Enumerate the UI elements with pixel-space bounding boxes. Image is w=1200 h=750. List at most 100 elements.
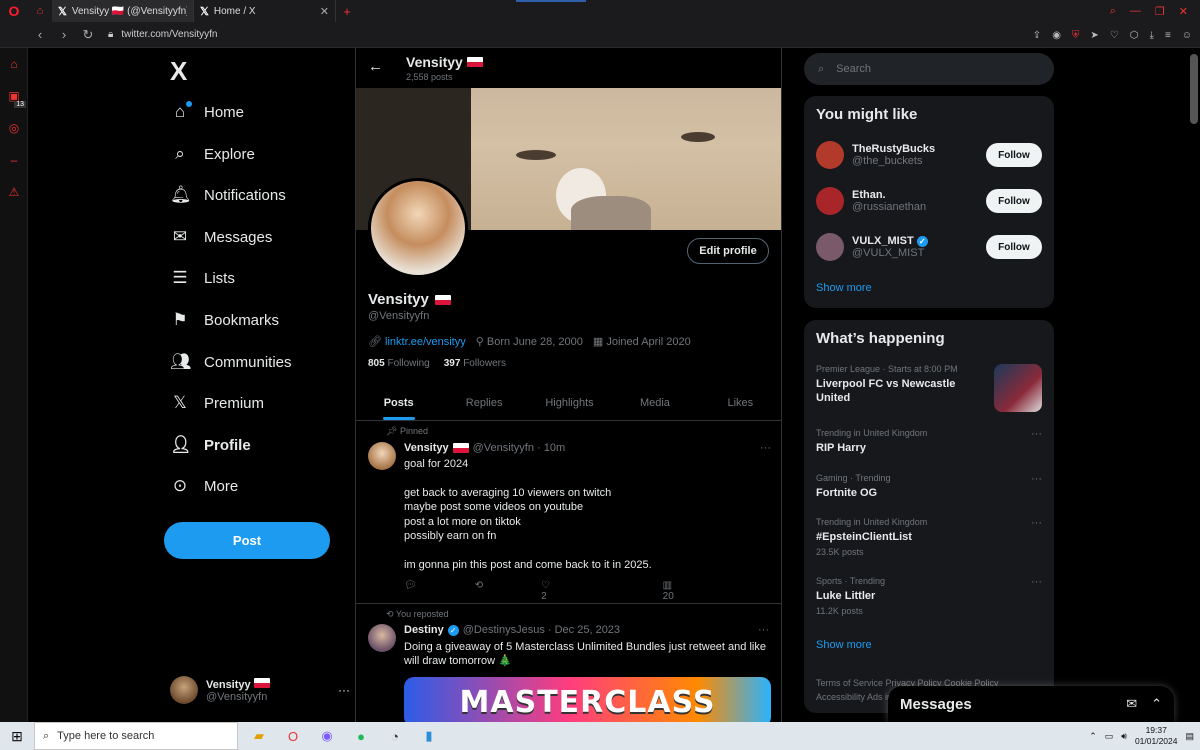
nav-more[interactable]: ⊙ More <box>170 472 238 500</box>
tweet-more-icon[interactable]: ··· <box>760 442 771 454</box>
retweet-icon[interactable]: ⟲ <box>475 580 483 602</box>
send-icon[interactable]: ➤ <box>1090 30 1098 41</box>
followers-link[interactable]: 397 Followers <box>444 358 506 369</box>
notification-center-icon[interactable]: ▤ <box>1185 731 1194 742</box>
trend-more-icon[interactable]: ··· <box>1031 517 1042 529</box>
taskbar-search-input[interactable]: ⌕ Type here to search <box>34 722 238 750</box>
scrollbar-thumb[interactable] <box>1190 54 1198 124</box>
share-icon[interactable]: ⇪ <box>1033 30 1041 41</box>
suggestion-item[interactable]: VULX_MIST ✓ @VULX_MIST Follow <box>816 230 1042 264</box>
app-f-icon[interactable]: ▮ <box>412 722 446 750</box>
heart-icon[interactable]: ♡ <box>1110 30 1119 41</box>
suggestion-item[interactable]: TheRustyBucks @the_buckets Follow <box>816 138 1042 172</box>
menu-icon[interactable]: ≡ <box>1165 30 1171 41</box>
follow-button[interactable]: Follow <box>986 143 1042 167</box>
nav-profile[interactable]: 👤︎ Profile <box>170 431 251 459</box>
clock-app-icon[interactable]: ◔ <box>378 722 412 750</box>
show-more-link[interactable]: Show more <box>816 282 872 294</box>
tray-chevron-icon[interactable]: ⌃ <box>1089 731 1097 742</box>
opera-gx-icon[interactable]: O <box>276 722 310 750</box>
x-logo-icon[interactable]: X <box>170 56 187 87</box>
nav-bookmarks[interactable]: ⚑ Bookmarks <box>170 306 279 334</box>
messages-drawer[interactable]: Messages ✉ ⌃ <box>888 686 1174 722</box>
file-explorer-icon[interactable]: ▰ <box>242 722 276 750</box>
trend-item[interactable]: Gaming · Trending Fortnite OG ··· <box>816 473 1042 500</box>
tweet-author[interactable]: Destiny <box>404 624 444 636</box>
tab-highlights[interactable]: Highlights <box>527 385 612 420</box>
follow-button[interactable]: Follow <box>986 189 1042 213</box>
profile-link[interactable]: linktr.ee/vensityy <box>385 336 466 348</box>
gx-tab-icon[interactable]: ⌂ <box>28 0 52 22</box>
page-scrollbar[interactable] <box>1190 52 1198 720</box>
windows-start-icon[interactable]: ⊞ <box>0 722 34 750</box>
download-icon[interactable]: ⤓ <box>1150 30 1154 41</box>
discord-icon[interactable]: ◉ <box>310 722 344 750</box>
nav-explore[interactable]: ⌕ Explore <box>170 140 255 168</box>
trend-item[interactable]: Trending in United Kingdom #EpsteinClien… <box>816 517 1042 557</box>
url-field[interactable]: 🔒︎ twitter.com/Vensityyfn <box>108 29 217 40</box>
nav-home[interactable]: ⌂ Home <box>170 98 244 126</box>
tab-posts[interactable]: Posts <box>356 385 441 420</box>
trend-more-icon[interactable]: ··· <box>1031 576 1042 588</box>
gx-icon[interactable]: ⚠ <box>0 176 28 208</box>
bag-icon[interactable]: ⌂ <box>0 48 28 80</box>
nav-premium[interactable]: 𝕏 Premium <box>170 389 264 417</box>
close-window-icon[interactable]: ✕ <box>1179 5 1188 18</box>
avatar[interactable] <box>368 442 396 470</box>
reply-icon[interactable]: 💬︎ <box>404 580 417 602</box>
restore-icon[interactable]: ❐ <box>1155 5 1165 18</box>
shield-icon[interactable]: ⛨ <box>1072 30 1080 41</box>
network-icon[interactable]: ▭ <box>1105 731 1114 742</box>
volume-icon[interactable]: 🔊︎ <box>1121 731 1127 742</box>
views-button[interactable]: ▥ 20 <box>663 580 732 602</box>
trend-more-icon[interactable]: ··· <box>1031 428 1042 440</box>
tab-replies[interactable]: Replies <box>441 385 526 420</box>
reload-icon[interactable]: ↻ <box>76 27 100 43</box>
nav-messages[interactable]: ✉ Messages <box>170 223 273 251</box>
back-arrow-icon[interactable]: ← <box>368 58 383 75</box>
opera-logo-icon[interactable]: O <box>0 0 28 22</box>
suggestion-item[interactable]: Ethan. @russianethan Follow <box>816 184 1042 218</box>
tweet-pinned[interactable]: 📌︎ Pinned Vensityy @Vensityyfn · 10m ···… <box>356 422 781 604</box>
spotify-icon[interactable]: ● <box>344 722 378 750</box>
new-tab-button[interactable]: + <box>336 4 358 19</box>
profile-icon[interactable]: ☺ <box>1182 30 1192 41</box>
avatar[interactable] <box>368 624 396 652</box>
tab-likes[interactable]: Likes <box>698 385 781 420</box>
close-tab-icon[interactable]: ✕ <box>320 5 329 18</box>
nav-communities[interactable]: 👥︎ Communities <box>170 348 292 376</box>
following-link[interactable]: 805 Following <box>368 358 430 369</box>
search-tabs-icon[interactable]: ⌕ <box>1110 5 1116 18</box>
forward-nav-icon[interactable]: › <box>52 27 76 42</box>
show-more-link[interactable]: Show more <box>816 639 872 651</box>
camera-icon[interactable]: ◉ <box>1052 30 1061 41</box>
trend-item[interactable]: Premier League · Starts at 8:00 PM Liver… <box>816 364 1042 412</box>
expand-icon[interactable]: ⌃ <box>1151 696 1162 712</box>
trend-item[interactable]: Sports · Trending Luke Littler 11.2K pos… <box>816 576 1042 616</box>
instagram-icon[interactable]: ◎ <box>0 112 28 144</box>
account-more-icon[interactable]: ··· <box>338 683 350 697</box>
tab-media[interactable]: Media <box>612 385 697 420</box>
back-nav-icon[interactable]: ‹ <box>28 27 52 42</box>
post-button[interactable]: Post <box>164 522 330 559</box>
edit-profile-button[interactable]: Edit profile <box>687 238 769 264</box>
tweet-image[interactable]: MASTERCLASS <box>404 677 771 722</box>
like-button[interactable]: ♡ 2 <box>541 580 605 602</box>
new-message-icon[interactable]: ✉ <box>1126 696 1137 712</box>
nav-notifications[interactable]: 🔔︎ Notifications <box>170 181 286 209</box>
trend-item[interactable]: Trending in United Kingdom RIP Harry ··· <box>816 428 1042 455</box>
search-input[interactable]: ⌕ Search <box>804 53 1054 85</box>
minimize-icon[interactable]: — <box>1130 5 1141 17</box>
twitch-icon[interactable]: ▣ 13 <box>0 80 28 112</box>
profile-avatar[interactable] <box>368 178 468 278</box>
nav-lists[interactable]: ☰ Lists <box>170 264 234 292</box>
account-switcher[interactable]: Vensityy @Vensityyfn ··· <box>170 672 350 708</box>
tweet-author[interactable]: Vensityy <box>404 442 449 454</box>
tab-profile[interactable]: 𝕏 Vensityy 🇵🇱 (@Vensityyfn) / X <box>52 0 194 22</box>
trend-more-icon[interactable]: ··· <box>1031 473 1042 485</box>
tab-home[interactable]: 𝕏 Home / X ✕ <box>194 0 336 22</box>
follow-button[interactable]: Follow <box>986 235 1042 259</box>
cube-icon[interactable]: ⬡ <box>1130 30 1139 41</box>
clock[interactable]: 19:37 01/01/2024 <box>1135 725 1178 747</box>
tweet-more-icon[interactable]: ··· <box>758 624 769 636</box>
